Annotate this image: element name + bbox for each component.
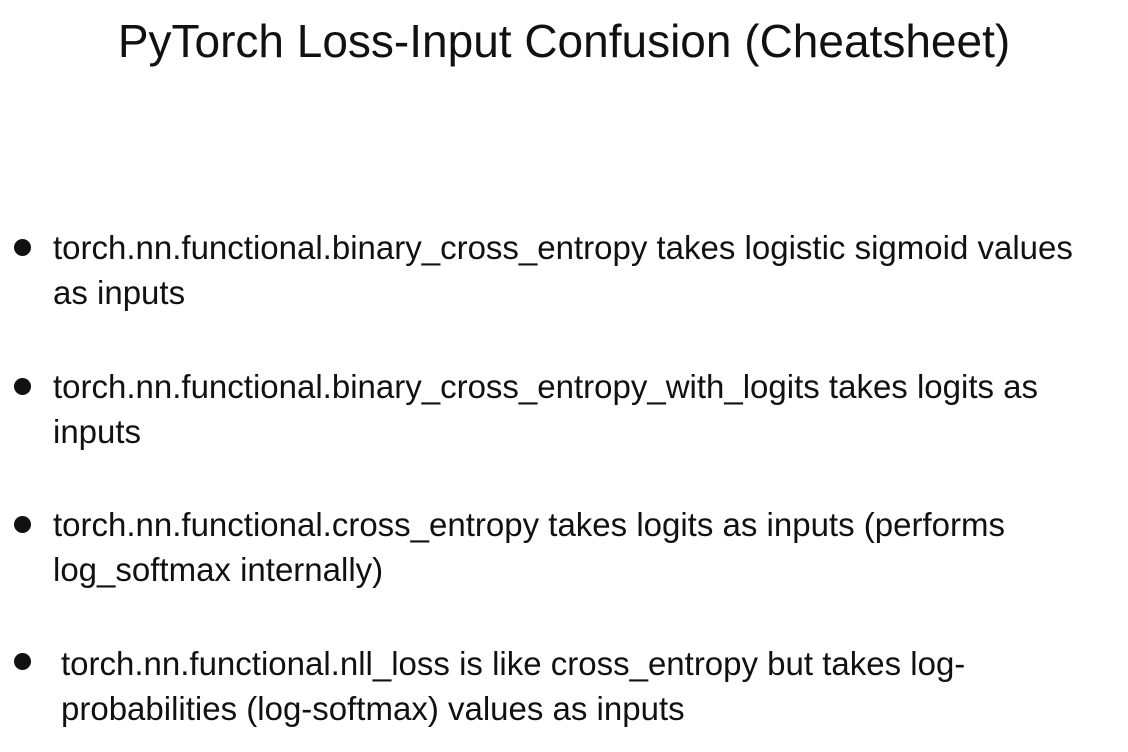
bullet-text: torch.nn.functional.binary_cross_entropy… [53, 368, 1039, 450]
bullet-dot-icon [14, 516, 31, 533]
slide: PyTorch Loss-Input Confusion (Cheatsheet… [0, 0, 1128, 752]
bullet-dot-icon [14, 378, 31, 395]
bullet-text: torch.nn.functional.nll_loss is like cro… [61, 645, 966, 727]
bullet-text: torch.nn.functional.binary_cross_entropy… [53, 229, 1073, 311]
slide-title: PyTorch Loss-Input Confusion (Cheatsheet… [117, 15, 1011, 67]
bullet-dot-icon [14, 653, 31, 670]
bullet-dot-icon [14, 239, 31, 256]
bullet-text: torch.nn.functional.cross_entropy takes … [53, 506, 1005, 588]
